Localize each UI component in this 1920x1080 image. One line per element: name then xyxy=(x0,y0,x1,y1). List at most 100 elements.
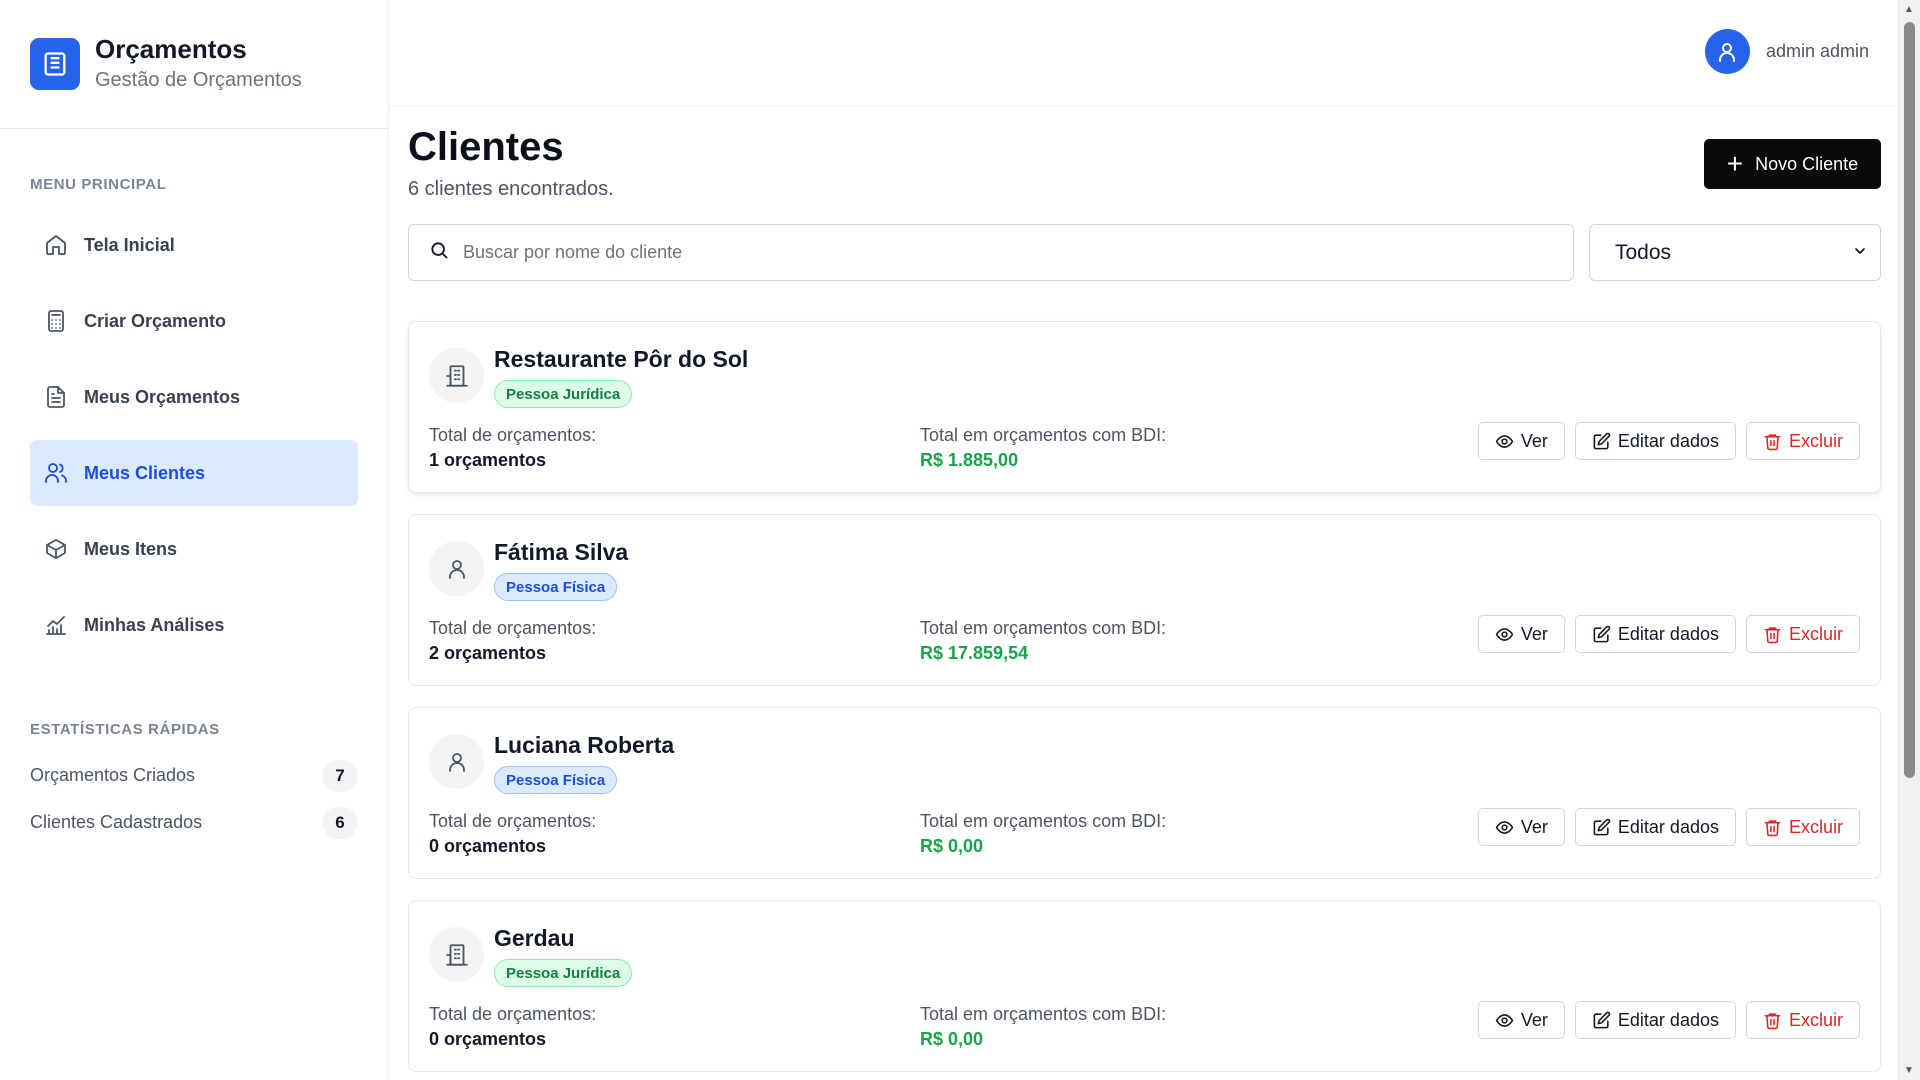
new-client-button-label: Novo Cliente xyxy=(1755,153,1859,174)
trash-icon xyxy=(1764,1012,1781,1029)
sidebar-item-label: Criar Orçamento xyxy=(84,310,227,331)
delete-button[interactable]: Excluir xyxy=(1745,422,1860,460)
client-name: Fátima Silva xyxy=(494,539,629,565)
edit-button-label: Editar dados xyxy=(1617,430,1719,451)
sidebar-item-tela-inicial[interactable]: Tela Inicial xyxy=(30,212,358,278)
edit-icon xyxy=(1593,432,1611,449)
chart-icon xyxy=(42,611,70,639)
quick-stats: Orçamentos Criados 7 Clientes Cadastrado… xyxy=(30,752,358,846)
user-menu[interactable]: admin admin xyxy=(1704,29,1869,74)
users-icon xyxy=(42,459,70,487)
client-name: Gerdau xyxy=(494,925,575,951)
stats-section-label: ESTATÍSTICAS RÁPIDAS xyxy=(30,721,220,738)
edit-button-label: Editar dados xyxy=(1617,816,1719,837)
view-button[interactable]: Ver xyxy=(1477,422,1565,460)
user-icon xyxy=(429,541,484,596)
sidebar-item-meus-clientes[interactable]: Meus Clientes xyxy=(30,440,358,506)
client-type-badge: Pessoa Jurídica xyxy=(494,959,633,987)
client-name: Restaurante Pôr do Sol xyxy=(494,346,749,372)
delete-button-label: Excluir xyxy=(1788,430,1843,451)
edit-button[interactable]: Editar dados xyxy=(1574,808,1736,846)
sidebar-item-label: Meus Clientes xyxy=(84,462,206,483)
trash-icon xyxy=(1764,819,1781,836)
view-button-label: Ver xyxy=(1520,1009,1548,1030)
client-actions: Ver Editar dados Excluir xyxy=(1477,1001,1860,1039)
client-actions: Ver Editar dados Excluir xyxy=(1477,615,1860,653)
scroll-up-arrow-icon[interactable]: ▲ xyxy=(1904,4,1914,15)
delete-button-label: Excluir xyxy=(1788,816,1843,837)
search-box xyxy=(408,224,1574,281)
sidebar-item-label: Minhas Análises xyxy=(84,614,225,635)
total-budgets-label: Total de orçamentos: xyxy=(429,1004,597,1024)
view-button-label: Ver xyxy=(1520,816,1548,837)
page-scrollbar[interactable]: ▲ ▼ xyxy=(1898,0,1920,1080)
stat-label: Orçamentos Criados xyxy=(30,765,196,785)
sidebar-nav: Tela Inicial Criar Orçamento Meus Orçame… xyxy=(30,212,358,668)
new-client-button[interactable]: + Novo Cliente xyxy=(1704,139,1881,189)
eye-icon xyxy=(1495,1013,1514,1027)
edit-button[interactable]: Editar dados xyxy=(1574,1001,1736,1039)
top-bar: admin admin xyxy=(389,0,1897,106)
sidebar-item-meus-orcamentos[interactable]: Meus Orçamentos xyxy=(30,364,358,430)
stat-clientes-cadastrados: Clientes Cadastrados 6 xyxy=(30,799,358,846)
box-icon xyxy=(42,535,70,563)
edit-button[interactable]: Editar dados xyxy=(1574,615,1736,653)
scroll-down-arrow-icon[interactable]: ▼ xyxy=(1904,1065,1914,1076)
total-budgets-label: Total de orçamentos: xyxy=(429,425,597,445)
total-budgets-value: 0 orçamentos xyxy=(429,1029,547,1049)
client-actions: Ver Editar dados Excluir xyxy=(1477,422,1860,460)
eye-icon xyxy=(1495,820,1514,834)
scrollbar-thumb[interactable] xyxy=(1904,22,1915,778)
menu-section-label: MENU PRINCIPAL xyxy=(30,176,167,193)
total-budgets-label: Total de orçamentos: xyxy=(429,618,597,638)
view-button[interactable]: Ver xyxy=(1477,615,1565,653)
building-icon xyxy=(429,927,484,982)
eye-icon xyxy=(1495,627,1514,641)
sidebar-item-minhas-analises[interactable]: Minhas Análises xyxy=(30,592,358,658)
sidebar: Orçamentos Gestão de Orçamentos MENU PRI… xyxy=(0,0,389,1080)
total-budgets-value: 1 orçamentos xyxy=(429,450,547,470)
sidebar-item-criar-orcamento[interactable]: Criar Orçamento xyxy=(30,288,358,354)
client-card: Gerdau Pessoa Jurídica Total de orçament… xyxy=(408,900,1881,1072)
home-icon xyxy=(42,231,70,259)
view-button-label: Ver xyxy=(1520,623,1548,644)
app-title: Orçamentos xyxy=(95,34,247,64)
bdi-total-value: R$ 0,00 xyxy=(920,836,984,856)
search-input[interactable] xyxy=(463,242,1513,263)
edit-button-label: Editar dados xyxy=(1617,1009,1719,1030)
calculator-icon xyxy=(42,307,70,335)
sidebar-item-label: Meus Itens xyxy=(84,538,178,559)
user-name: admin admin xyxy=(1765,41,1869,61)
bdi-total-label: Total em orçamentos com BDI: xyxy=(920,811,1167,831)
stat-orcamentos-criados: Orçamentos Criados 7 xyxy=(30,752,358,799)
stat-label: Clientes Cadastrados xyxy=(30,812,203,832)
total-budgets-value: 0 orçamentos xyxy=(429,836,547,856)
trash-icon xyxy=(1764,433,1781,450)
document-icon xyxy=(42,383,70,411)
delete-button[interactable]: Excluir xyxy=(1745,808,1860,846)
edit-button[interactable]: Editar dados xyxy=(1574,422,1736,460)
sidebar-item-meus-itens[interactable]: Meus Itens xyxy=(30,516,358,582)
bdi-total-label: Total em orçamentos com BDI: xyxy=(920,618,1167,638)
client-card: Restaurante Pôr do Sol Pessoa Jurídica T… xyxy=(408,321,1881,493)
view-button-label: Ver xyxy=(1520,430,1548,451)
building-icon xyxy=(30,38,80,90)
view-button[interactable]: Ver xyxy=(1477,808,1565,846)
view-button[interactable]: Ver xyxy=(1477,1001,1565,1039)
delete-button-label: Excluir xyxy=(1788,623,1843,644)
bdi-total-value: R$ 1.885,00 xyxy=(920,450,1019,470)
filter-selected-value: Todos xyxy=(1615,240,1672,264)
delete-button[interactable]: Excluir xyxy=(1745,1001,1860,1039)
bdi-total-label: Total em orçamentos com BDI: xyxy=(920,1004,1167,1024)
trash-icon xyxy=(1764,626,1781,643)
total-budgets-label: Total de orçamentos: xyxy=(429,811,597,831)
bdi-total-value: R$ 17.859,54 xyxy=(920,643,1029,663)
bdi-total-value: R$ 0,00 xyxy=(920,1029,984,1049)
plus-icon: + xyxy=(1726,148,1744,179)
building-icon xyxy=(429,348,484,403)
type-filter-select[interactable]: Todos xyxy=(1589,224,1881,281)
stat-count-badge: 7 xyxy=(322,759,358,792)
chevron-down-icon xyxy=(1852,241,1868,265)
delete-button[interactable]: Excluir xyxy=(1745,615,1860,653)
stat-count-badge: 6 xyxy=(322,806,358,839)
